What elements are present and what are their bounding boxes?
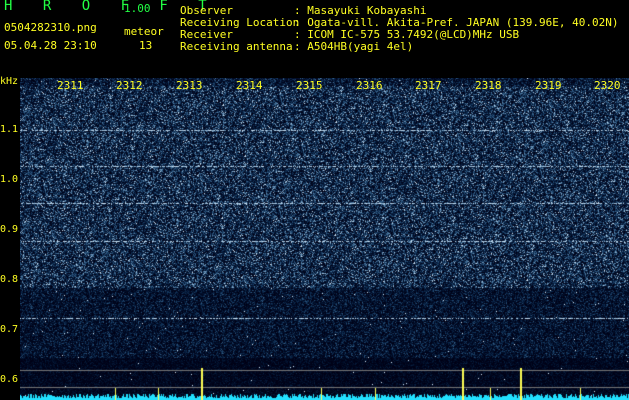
file-name: 0504282310.png: [4, 21, 97, 34]
header-panel: H R O F F T 1.00 0504282310.png 05.04.28…: [0, 0, 629, 78]
x-tick-label: 2311: [57, 79, 84, 92]
x-tick-label: 2320: [594, 79, 621, 92]
y-tick-label: 1.0: [0, 174, 19, 185]
y-tick-label: 0.6: [0, 374, 19, 385]
y-tick-label: 1.1: [0, 124, 19, 135]
antenna-value: : A504HB(yagi 4el): [294, 40, 414, 53]
app-version: 1.00: [124, 2, 151, 15]
y-tick-label: 0.8: [0, 274, 19, 285]
antenna-key: Receiving antenna: [180, 40, 293, 53]
y-axis-unit: kHz: [0, 76, 19, 87]
y-tick-label: 0.9: [0, 224, 19, 235]
x-tick-label: 2319: [535, 79, 562, 92]
x-tick-label: 2318: [475, 79, 502, 92]
x-tick-label: 2317: [415, 79, 442, 92]
y-tick-label: 0.7: [0, 324, 19, 335]
x-tick-label: 2314: [236, 79, 263, 92]
meteor-count: 13: [139, 39, 153, 52]
x-tick-label: 2316: [356, 79, 383, 92]
x-tick-label: 2313: [176, 79, 203, 92]
x-tick-label: 2312: [116, 79, 143, 92]
file-timestamp: 05.04.28 23:10: [4, 39, 97, 52]
spectrogram-plot: [20, 78, 629, 400]
meteor-label: meteor: [124, 25, 164, 38]
x-tick-label: 2315: [296, 79, 323, 92]
